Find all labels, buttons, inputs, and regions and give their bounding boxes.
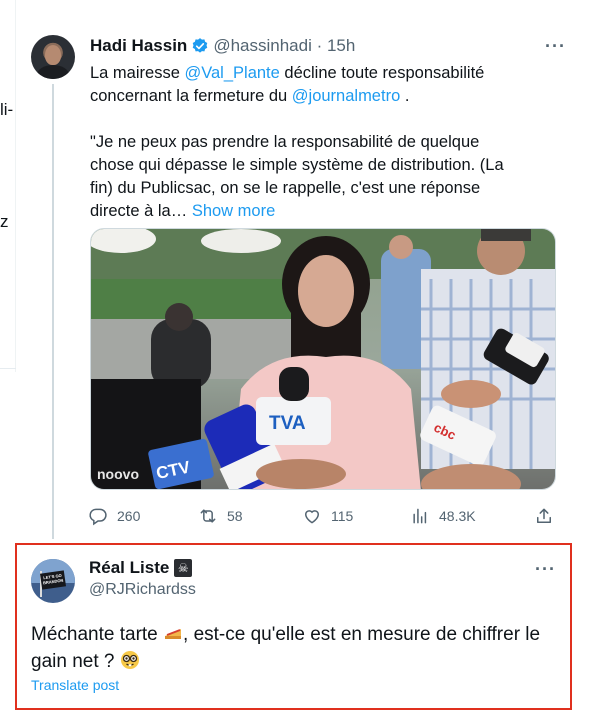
pie-emoji-icon [163, 623, 183, 643]
nerd-face-emoji-icon [120, 650, 140, 670]
tweet-header: Hadi Hassin @hassinhadi · 15h [90, 34, 560, 58]
avatar[interactable]: LET'S GO BRANDON [31, 559, 75, 603]
reply-button[interactable]: 260 [88, 504, 140, 528]
author-handle[interactable]: @RJRichardss [89, 581, 196, 599]
avatar-flag: LET'S GO BRANDON [40, 570, 66, 590]
tweet-photo[interactable]: TVA CTV noovo cbc [90, 228, 556, 490]
views-count: 48.3K [439, 508, 476, 524]
repost-icon [200, 509, 216, 523]
mention-link[interactable]: @Val_Plante [184, 64, 279, 82]
author-handle-time[interactable]: @hassinhadi · 15h [213, 36, 355, 56]
left-text-fragment: li- [0, 100, 14, 119]
repost-count: 58 [227, 508, 243, 524]
share-icon [537, 508, 551, 523]
share-button[interactable] [534, 504, 554, 528]
avatar-face [45, 45, 61, 65]
left-text-fragment: z [0, 212, 9, 231]
heart-icon [304, 510, 320, 524]
quote-text: "Je ne peux pas prendre la responsabilit… [90, 133, 504, 220]
reply-count: 260 [117, 508, 141, 524]
tweet-paragraph: La mairesse @Val_Plante décline toute re… [90, 62, 510, 108]
repost-button[interactable]: 58 [198, 504, 243, 528]
text-segment: . [400, 87, 410, 105]
verified-badge-icon [191, 37, 209, 55]
mic-label: TVA [269, 413, 306, 434]
translate-post-link[interactable]: Translate post [31, 677, 119, 693]
skull-crossbones-icon: ☠ [174, 559, 193, 577]
tweet-quote-paragraph: "Je ne peux pas prendre la responsabilit… [90, 131, 510, 223]
more-options-button[interactable]: ··· [545, 36, 566, 57]
tweet: Hadi Hassin @hassinhadi · 15h ··· La mai… [90, 34, 565, 223]
reply-icon [89, 508, 107, 526]
author-name[interactable]: Réal Liste [89, 558, 169, 578]
more-options-button[interactable]: ··· [535, 559, 556, 580]
text-segment: Méchante tarte [31, 624, 164, 645]
like-button[interactable]: 115 [302, 504, 353, 528]
left-column-fragment: li- z [0, 0, 16, 372]
text-segment: La mairesse [90, 64, 185, 82]
views-button[interactable]: 48.3K [410, 504, 476, 528]
reply-author: Réal Liste ☠ [89, 558, 193, 578]
tweet-text: La mairesse @Val_Plante décline toute re… [90, 62, 510, 223]
mention-link[interactable]: @journalmetro [292, 87, 400, 105]
highlighted-reply: LET'S GO BRANDON Réal Liste ☠ @RJRichard… [15, 543, 572, 710]
show-more-link[interactable]: Show more [192, 202, 275, 220]
views-chart-icon [413, 508, 427, 524]
thread-connector-line [52, 84, 54, 539]
tweet-actions: 260 58 115 48.3K [88, 504, 558, 528]
avatar[interactable] [31, 35, 75, 79]
divider [0, 368, 16, 369]
reply-text: Méchante tarte , est-ce qu'elle est en m… [31, 621, 551, 675]
like-count: 115 [331, 508, 354, 524]
avatar-flag-text: LET'S GO BRANDON [42, 572, 64, 586]
avatar-shirt [37, 65, 69, 79]
author-name[interactable]: Hadi Hassin [90, 36, 187, 56]
mic-label: noovo [97, 466, 139, 482]
